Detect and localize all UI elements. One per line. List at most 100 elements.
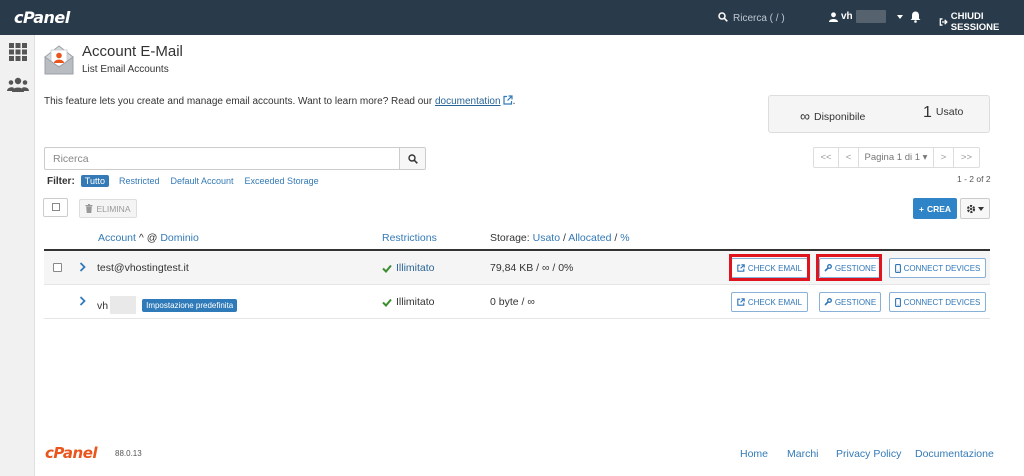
footer-link-docs[interactable]: Documentazione (915, 448, 994, 460)
storage-usage: 79,84 KB / ∞ / 0% (490, 262, 574, 274)
chevron-down-icon (896, 14, 903, 19)
col-restrictions[interactable]: Restrictions (382, 232, 437, 244)
filter-default-account[interactable]: Default Account (170, 176, 233, 186)
search-button[interactable] (399, 147, 426, 170)
version: 88.0.13 (115, 449, 142, 458)
account-name: vh (97, 300, 109, 312)
account-search (44, 147, 426, 170)
default-badge: Impostazione predefinita (142, 299, 238, 312)
intro-body: This feature lets you create and manage … (44, 96, 435, 107)
search-input[interactable] (44, 147, 399, 170)
users-icon[interactable] (7, 77, 29, 93)
next-page-button[interactable]: > (934, 148, 954, 167)
logout-button[interactable]: CHIUDI SESSIONE (939, 11, 1024, 33)
account-email: test@vhostingtest.it (97, 262, 189, 274)
email-envelope-icon (44, 45, 74, 75)
global-search-input[interactable] (733, 11, 823, 25)
used-stat: 1 Usato (923, 104, 963, 122)
col-account-label: Account (98, 232, 136, 244)
logout-icon (939, 18, 948, 26)
used-label: Usato (935, 106, 964, 118)
filter-restricted[interactable]: Restricted (119, 176, 160, 186)
chevron-right-icon[interactable] (79, 296, 86, 306)
sort-percent-link[interactable]: % (620, 232, 629, 244)
trash-icon (85, 204, 93, 213)
delete-button[interactable]: ELIMINA (79, 199, 137, 218)
intro-suffix: . (512, 96, 516, 107)
filter-label: Filter: (47, 175, 75, 187)
connect-devices-button[interactable]: CONNECT DEVICES (889, 292, 986, 312)
restriction-status: Illimitato (382, 262, 435, 274)
mobile-icon (894, 263, 901, 273)
page-label: Pagina 1 di 1 (864, 152, 921, 163)
col-account[interactable]: Account ^ @ Dominio (98, 232, 199, 244)
user-icon (829, 11, 838, 22)
apps-grid-icon[interactable] (9, 43, 27, 61)
create-label: CREA (926, 203, 952, 214)
col-storage-prefix: Storage: (490, 232, 533, 244)
account-default: vh Impostazione predefinita (97, 296, 238, 314)
footer-cpanel-logo[interactable]: cPanel (45, 444, 98, 462)
external-link-icon (737, 298, 745, 306)
results-range: 1 - 2 of 2 (957, 174, 991, 184)
row-checkbox[interactable] (53, 263, 62, 272)
table-row: vh Impostazione predefinita Illimitato 0 … (44, 285, 990, 319)
filter-all[interactable]: Tutto (80, 175, 109, 187)
manage-label: GESTIONE (834, 297, 877, 307)
bell-icon[interactable] (910, 11, 921, 23)
restriction-status: Illimitato (382, 296, 435, 308)
restriction-label: Illimitato (396, 296, 435, 308)
last-page-button[interactable]: >> (954, 148, 979, 167)
sort-used-link[interactable]: Usato (533, 232, 560, 244)
sort-allocated-link[interactable]: Allocated (568, 232, 611, 244)
search-icon (407, 153, 418, 164)
available-symbol: ∞ (800, 108, 810, 124)
select-all-checkbox[interactable] (43, 198, 68, 217)
redacted-account (110, 296, 137, 314)
col-storage: Storage: Usato / Allocated / % (490, 232, 630, 244)
check-icon (382, 298, 392, 307)
available-label: Disponibile (813, 111, 866, 123)
sidebar (0, 35, 35, 476)
pagination: << < Pagina 1 di 1 ▾ > >> (813, 147, 980, 168)
logout-label: CHIUDI SESSIONE (950, 11, 1000, 33)
highlight-manage (816, 254, 882, 281)
page-select[interactable]: Pagina 1 di 1 ▾ (859, 148, 934, 167)
chevron-right-icon[interactable] (79, 262, 86, 272)
external-link-icon[interactable] (502, 95, 513, 105)
col-domain-label: Dominio (160, 232, 199, 244)
storage-usage: 0 byte / ∞ (490, 296, 535, 308)
used-count: 1 (923, 104, 932, 121)
footer-link-trademarks[interactable]: Marchi (787, 448, 819, 460)
col-storage-sep: / (611, 232, 621, 244)
documentation-link[interactable]: documentation (435, 96, 501, 107)
cpanel-logo[interactable]: cPanel (14, 8, 70, 27)
footer-link-privacy[interactable]: Privacy Policy (836, 448, 901, 460)
settings-dropdown[interactable] (960, 198, 990, 219)
chevron-down-icon (978, 206, 984, 211)
wrench-icon (824, 298, 832, 306)
search-icon[interactable] (718, 12, 728, 22)
delete-label: ELIMINA (96, 203, 131, 214)
footer-link-home[interactable]: Home (740, 448, 768, 460)
mobile-icon (894, 297, 901, 307)
filter-bar: Filter: Tutto Restricted Default Account… (47, 175, 330, 187)
page-subtitle: List Email Accounts (82, 64, 169, 75)
filter-exceeded-storage[interactable]: Exceeded Storage (245, 176, 319, 186)
manage-button[interactable]: GESTIONE (819, 292, 881, 312)
restriction-label[interactable]: Illimitato (396, 262, 435, 274)
connect-devices-label: CONNECT DEVICES (903, 297, 981, 307)
page-title: Account E-Mail (82, 43, 183, 60)
connect-devices-button[interactable]: CONNECT DEVICES (889, 258, 986, 278)
check-email-label: CHECK EMAIL (747, 297, 803, 307)
user-menu[interactable]: vh (829, 10, 903, 23)
create-button[interactable]: + CREA (913, 198, 957, 219)
highlight-check-email (729, 254, 810, 281)
usage-stats: ∞ Disponibile 1 Usato (768, 95, 990, 133)
redacted-username (855, 10, 886, 23)
top-bar: cPanel vh CHIUDI SESSIONE (0, 0, 1024, 35)
prev-page-button[interactable]: < (839, 148, 859, 167)
first-page-button[interactable]: << (814, 148, 839, 167)
check-email-button[interactable]: CHECK EMAIL (731, 292, 808, 312)
check-icon (382, 264, 392, 273)
